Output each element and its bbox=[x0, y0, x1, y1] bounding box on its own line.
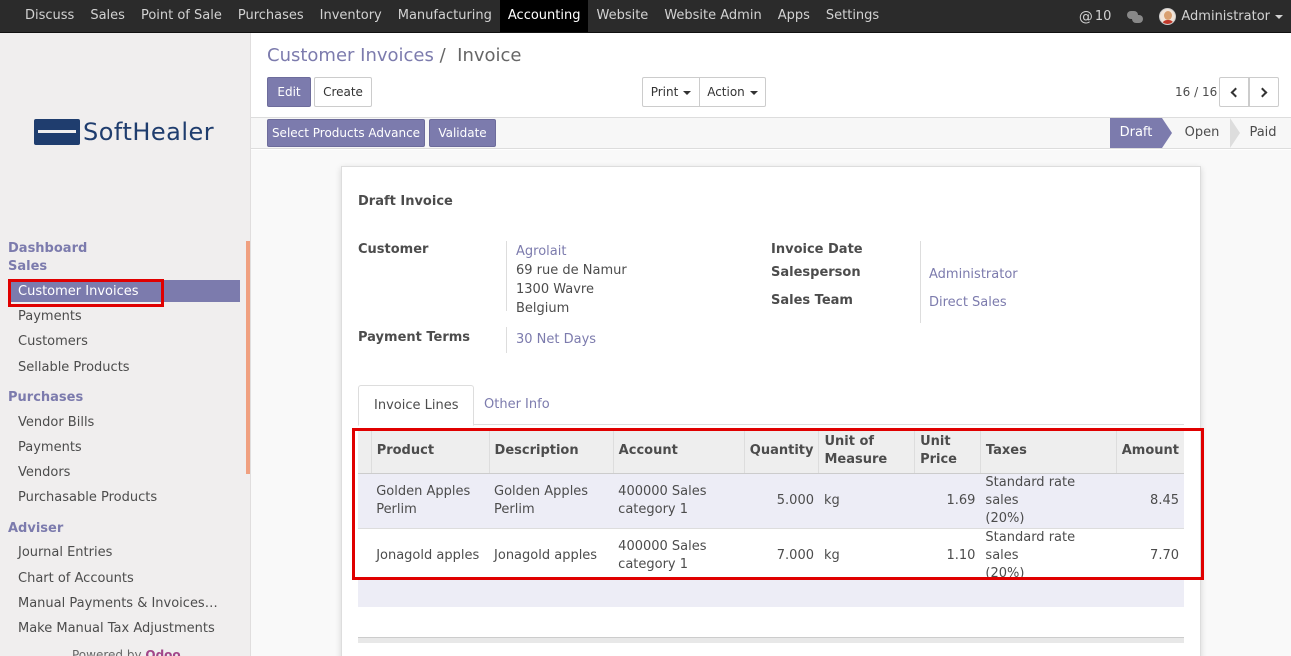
sidebar: SoftHealer Dashboard Sales Customer Invo… bbox=[0, 33, 251, 656]
customer-address-line1: 69 rue de Namur bbox=[516, 263, 627, 278]
sidebar-item-vendor-bills[interactable]: Vendor Bills bbox=[18, 415, 94, 430]
field-divider bbox=[506, 327, 507, 353]
stage-draft: Draft bbox=[1110, 118, 1162, 148]
app-menu: Discuss Sales Point of Sale Purchases In… bbox=[17, 0, 887, 33]
customer-label: Customer bbox=[358, 242, 429, 257]
main-content: Customer Invoices / Invoice Edit Create … bbox=[251, 33, 1291, 656]
stage-arrow bbox=[1230, 118, 1240, 148]
sidebar-item-customers[interactable]: Customers bbox=[18, 334, 88, 349]
customer-address-line2: 1300 Wavre bbox=[516, 282, 594, 297]
highlight-box-sidebar bbox=[8, 279, 164, 307]
menu-settings[interactable]: Settings bbox=[818, 0, 887, 32]
caret-down-icon bbox=[683, 90, 692, 95]
menu-website[interactable]: Website bbox=[588, 0, 656, 32]
user-name: Administrator bbox=[1181, 9, 1270, 24]
powered-by: Powered by Odoo bbox=[72, 648, 181, 656]
chevron-left-icon bbox=[1230, 87, 1241, 98]
chevron-right-icon bbox=[1257, 87, 1268, 98]
sidebar-item-payments[interactable]: Payments bbox=[18, 309, 82, 324]
action-dropdown[interactable]: Action bbox=[699, 77, 766, 107]
sidebar-item-chart-of-accounts[interactable]: Chart of Accounts bbox=[18, 571, 134, 586]
salesperson-label: Salesperson bbox=[771, 265, 861, 280]
sidebar-item-purchasable-products[interactable]: Purchasable Products bbox=[18, 490, 157, 505]
top-navbar: Discuss Sales Point of Sale Purchases In… bbox=[0, 0, 1291, 33]
menu-sales[interactable]: Sales bbox=[82, 0, 133, 32]
breadcrumb-parent[interactable]: Customer Invoices bbox=[267, 45, 434, 66]
caret-down-icon bbox=[749, 90, 758, 95]
menu-manufacturing[interactable]: Manufacturing bbox=[390, 0, 500, 32]
invoice-date-label: Invoice Date bbox=[771, 242, 863, 257]
menu-discuss[interactable]: Discuss bbox=[17, 0, 82, 32]
breadcrumb-separator: / bbox=[439, 45, 446, 66]
tab-invoice-lines[interactable]: Invoice Lines bbox=[358, 385, 475, 426]
validate-button[interactable]: Validate bbox=[429, 119, 496, 147]
customer-name[interactable]: Agrolait bbox=[516, 244, 566, 259]
sidebar-head-purchases: Purchases bbox=[8, 390, 84, 405]
sidebar-item-manual-tax[interactable]: Make Manual Tax Adjustments bbox=[18, 621, 215, 636]
mentions-button[interactable]: @ 10 bbox=[1071, 1, 1120, 33]
highlight-box-lines bbox=[352, 428, 1204, 580]
sidebar-item-sellable-products[interactable]: Sellable Products bbox=[18, 360, 130, 375]
menu-inventory[interactable]: Inventory bbox=[312, 0, 390, 32]
create-button[interactable]: Create bbox=[314, 77, 372, 107]
sidebar-scroll-indicator bbox=[246, 241, 250, 474]
print-dropdown[interactable]: Print bbox=[642, 77, 700, 107]
sidebar-item-manual-payments[interactable]: Manual Payments & Invoices… bbox=[18, 596, 218, 611]
notebook-tabs: Invoice Lines Other Info bbox=[358, 385, 1184, 426]
sales-team-value[interactable]: Direct Sales bbox=[929, 295, 1007, 310]
user-menu[interactable]: Administrator bbox=[1151, 1, 1291, 33]
navbar-right: @ 10 Administrator bbox=[1071, 0, 1291, 33]
sidebar-head-adviser: Adviser bbox=[8, 521, 64, 536]
logo-text: SoftHealer bbox=[83, 118, 215, 146]
powered-brand[interactable]: Odoo bbox=[145, 648, 180, 656]
sales-team-label: Sales Team bbox=[771, 293, 853, 308]
menu-website-admin[interactable]: Website Admin bbox=[656, 0, 769, 32]
salesperson-value[interactable]: Administrator bbox=[929, 267, 1018, 282]
print-label: Print bbox=[650, 85, 679, 99]
chat-button[interactable] bbox=[1119, 1, 1151, 33]
edit-button[interactable]: Edit bbox=[267, 77, 311, 107]
sidebar-item-vendors[interactable]: Vendors bbox=[18, 465, 70, 480]
menu-purchases[interactable]: Purchases bbox=[230, 0, 312, 32]
action-label: Action bbox=[707, 85, 745, 99]
stage-open[interactable]: Open bbox=[1174, 118, 1230, 148]
chat-bubbles-icon bbox=[1127, 10, 1144, 23]
pager-value: 16 / 16 bbox=[1175, 85, 1218, 99]
stage-arrow bbox=[1162, 118, 1172, 148]
payment-terms-label: Payment Terms bbox=[358, 330, 471, 345]
select-products-advance-button[interactable]: Select Products Advance bbox=[267, 119, 425, 147]
status-bar: Select Products Advance Validate Draft O… bbox=[251, 117, 1291, 149]
field-divider bbox=[506, 241, 507, 311]
pager-previous-button[interactable] bbox=[1219, 77, 1249, 107]
table-empty-row[interactable] bbox=[358, 578, 1184, 607]
mentions-count: 10 bbox=[1094, 9, 1112, 24]
breadcrumb: Customer Invoices / Invoice bbox=[267, 45, 522, 66]
menu-accounting[interactable]: Accounting bbox=[499, 0, 589, 32]
tab-other-info[interactable]: Other Info bbox=[469, 385, 565, 426]
table-footer-bar bbox=[358, 637, 1184, 643]
field-divider bbox=[920, 241, 921, 323]
invoice-title: Draft Invoice bbox=[358, 194, 453, 209]
menu-point-of-sale[interactable]: Point of Sale bbox=[133, 0, 230, 32]
breadcrumb-current: Invoice bbox=[457, 45, 522, 66]
sidebar-item-vendor-payments[interactable]: Payments bbox=[18, 440, 82, 455]
company-logo: SoftHealer bbox=[34, 118, 224, 146]
payment-terms-value[interactable]: 30 Net Days bbox=[516, 332, 596, 347]
invoice-sheet: Draft Invoice Customer Agrolait 69 rue d… bbox=[341, 166, 1201, 656]
customer-address-line3: Belgium bbox=[516, 301, 570, 316]
stage-paid[interactable]: Paid bbox=[1241, 118, 1285, 148]
pager-next-button[interactable] bbox=[1249, 77, 1279, 107]
avatar bbox=[1159, 8, 1177, 25]
menu-apps[interactable]: Apps bbox=[770, 0, 818, 32]
sidebar-item-journal-entries[interactable]: Journal Entries bbox=[18, 545, 112, 560]
at-icon: @ bbox=[1078, 8, 1093, 25]
logo-mark-icon bbox=[34, 119, 80, 145]
sidebar-head-dashboard[interactable]: Dashboard bbox=[8, 241, 87, 256]
sidebar-head-sales: Sales bbox=[8, 259, 48, 274]
caret-down-icon bbox=[1275, 14, 1283, 19]
